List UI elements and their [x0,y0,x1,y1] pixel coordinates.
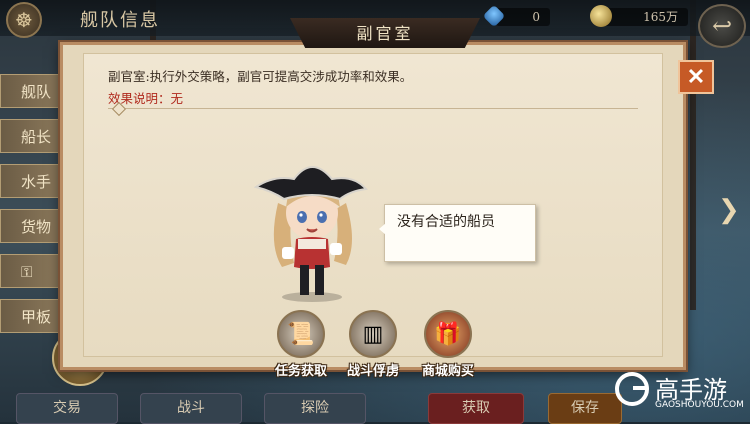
treasure-chest-icon: 🎁 [424,310,472,358]
ship-wheel-icon[interactable]: ☸ [6,2,42,38]
shop-buy-button[interactable]: 🎁 商城购买 [418,310,478,379]
gem-count: 0 [532,10,540,24]
back-arrow-icon: ↩ [711,12,733,40]
left-tab-fleet[interactable]: 舰队 [0,74,64,108]
site-watermark: 高手游 GAOSHOUYOU.COM [615,368,747,416]
shop-buy-label: 商城购买 [421,364,474,379]
task-acquire-label: 任务获取 [274,364,327,379]
prison-cage-icon: ▥ [349,310,397,358]
coin-counter: 165万 [590,5,688,27]
gem-icon [482,4,506,28]
left-tab-locked[interactable]: ⚿ [0,254,64,288]
lock-icon: ⚿ [21,263,33,281]
page-title: 舰队信息 [80,10,160,31]
explore-button[interactable]: 探险 [264,393,366,424]
ship-mast [690,0,696,310]
left-tab-deck[interactable]: 甲板 [0,299,64,333]
battle-capture-button[interactable]: ▥ 战斗俘虏 [343,310,403,379]
save-button[interactable]: 保存 [548,393,622,424]
battle-button[interactable]: 战斗 [140,393,242,424]
speech-bubble: 没有合适的船员 [379,204,536,262]
coin-count: 165万 [643,10,678,24]
watermark-logo-icon [615,372,649,406]
left-tab-captain[interactable]: 船长 [0,119,64,153]
watermark-en: GAOSHOUYOU.COM [655,400,744,410]
back-button[interactable]: ↩ [698,4,746,48]
coin-icon [590,5,612,27]
dialog-title: 副官室 [356,24,414,43]
left-tab-cargo[interactable]: 货物 [0,209,64,243]
battle-capture-label: 战斗俘虏 [346,364,399,379]
close-button[interactable]: ✕ [678,60,714,94]
close-icon: ✕ [686,64,706,90]
obtain-button[interactable]: 获取 [428,393,524,424]
gem-counter: 0 [482,4,550,28]
task-acquire-button[interactable]: 📜 任务获取 [271,310,331,379]
scroll-quill-icon: 📜 [277,310,325,358]
room-description: 副官室:执行外交策略，副官可提高交涉成功率和效果。 [108,69,413,84]
trade-button[interactable]: 交易 [16,393,118,424]
next-arrow-icon[interactable]: ❯ [718,195,740,225]
left-tab-sailors[interactable]: 水手 [0,164,64,198]
divider [108,108,638,109]
pirate-girl-character [254,166,368,302]
